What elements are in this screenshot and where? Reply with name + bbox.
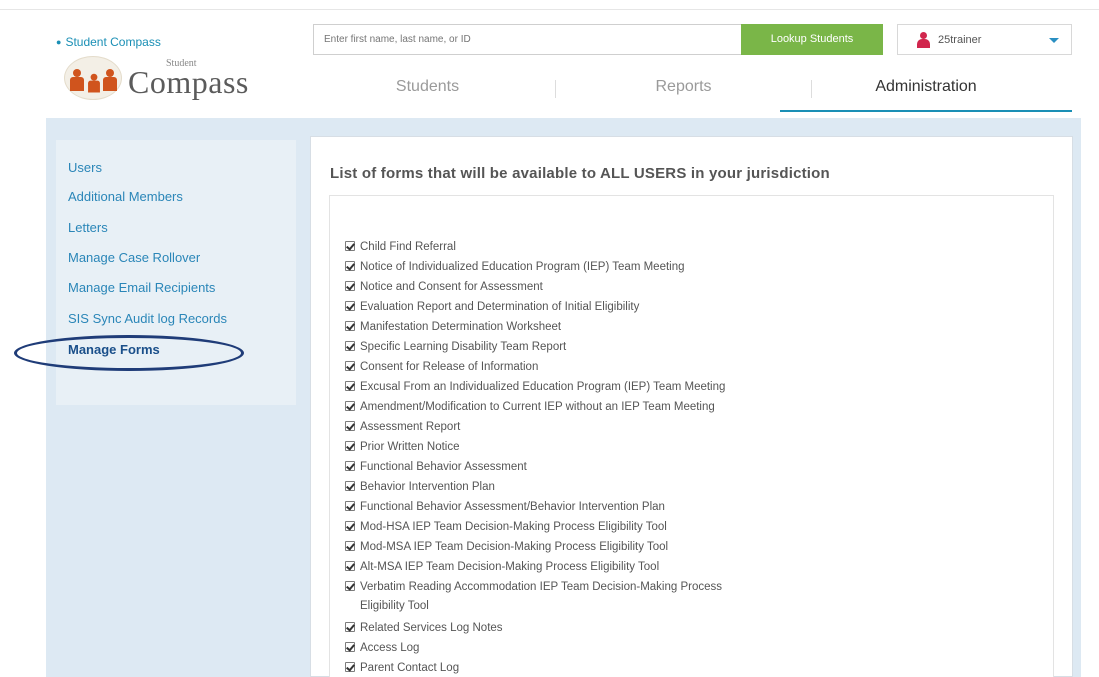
form-label: Evaluation Report and Determination of I…: [360, 301, 640, 313]
breadcrumb-label: Student Compass: [65, 35, 161, 49]
logo-title: Compass: [128, 64, 249, 100]
form-checkbox[interactable]: [345, 662, 355, 672]
breadcrumb-bullet-icon: ●: [56, 37, 62, 47]
form-checkbox[interactable]: [345, 261, 355, 271]
form-label: Verbatim Reading Accommodation IEP Team …: [360, 581, 722, 593]
form-checkbox[interactable]: [345, 341, 355, 351]
form-label: Notice and Consent for Assessment: [360, 281, 543, 293]
lookup-students-button[interactable]: Lookup Students: [741, 24, 883, 55]
form-label: Manifestation Determination Worksheet: [360, 321, 562, 333]
form-checkbox[interactable]: [345, 241, 355, 251]
form-checkbox[interactable]: [345, 281, 355, 291]
form-checkbox[interactable]: [345, 521, 355, 531]
user-icon: [917, 32, 930, 48]
form-label: Notice of Individualized Education Progr…: [360, 261, 685, 273]
sidebar-item-letters[interactable]: Letters: [68, 220, 108, 235]
form-label: Mod-HSA IEP Team Decision-Making Process…: [360, 521, 667, 533]
page-title: List of forms that will be available to …: [330, 165, 830, 182]
tab-reports[interactable]: Reports: [556, 66, 811, 112]
form-label: Child Find Referral: [360, 241, 456, 253]
form-label: Consent for Release of Information: [360, 361, 539, 373]
form-label: Behavior Intervention Plan: [360, 481, 495, 493]
student-search-input[interactable]: [313, 24, 743, 55]
form-checkbox[interactable]: [345, 321, 355, 331]
form-checkbox[interactable]: [345, 581, 355, 591]
form-checkbox[interactable]: [345, 622, 355, 632]
form-label: Prior Written Notice: [360, 441, 460, 453]
form-label: Mod-MSA IEP Team Decision-Making Process…: [360, 541, 669, 553]
form-checkbox[interactable]: [345, 381, 355, 391]
form-checkbox[interactable]: [345, 401, 355, 411]
chevron-down-icon[interactable]: [1049, 38, 1059, 43]
top-border: [0, 0, 1099, 10]
sidebar-item-users[interactable]: Users: [68, 160, 102, 175]
username-label: 25trainer: [938, 34, 982, 46]
form-label: Functional Behavior Assessment/Behavior …: [360, 501, 665, 513]
form-label: Assessment Report: [360, 421, 461, 433]
family-logo-icon: [64, 56, 122, 100]
form-label: Eligibility Tool: [360, 600, 429, 612]
form-label: Related Services Log Notes: [360, 622, 503, 634]
form-label: Functional Behavior Assessment: [360, 461, 527, 473]
form-checkbox[interactable]: [345, 301, 355, 311]
sidebar-item-manage-email-recipients[interactable]: Manage Email Recipients: [68, 280, 215, 295]
sidebar-item-manage-case-rollover[interactable]: Manage Case Rollover: [68, 250, 200, 265]
form-label: Excusal From an Individualized Education…: [360, 381, 726, 393]
form-label: Amendment/Modification to Current IEP wi…: [360, 401, 715, 413]
form-label: Alt-MSA IEP Team Decision-Making Process…: [360, 561, 660, 573]
form-checkbox[interactable]: [345, 461, 355, 471]
form-label: Parent Contact Log: [360, 662, 460, 674]
form-checkbox[interactable]: [345, 561, 355, 571]
main-nav-tabs: Students Reports Administration: [300, 66, 1072, 112]
sidebar-item-additional-members[interactable]: Additional Members: [68, 189, 183, 204]
tab-administration[interactable]: Administration: [780, 66, 1072, 112]
sidebar-item-sis-sync-audit-log[interactable]: SIS Sync Audit log Records: [68, 311, 227, 326]
form-label: Specific Learning Disability Team Report: [360, 341, 567, 353]
breadcrumb[interactable]: ● Student Compass: [56, 35, 161, 49]
tab-students[interactable]: Students: [300, 66, 555, 112]
form-label: Access Log: [360, 642, 420, 654]
form-checkbox[interactable]: [345, 441, 355, 451]
app-logo[interactable]: Student Compass: [64, 56, 264, 102]
form-checkbox[interactable]: [345, 642, 355, 652]
user-menu[interactable]: 25trainer: [897, 24, 1072, 55]
form-checkbox[interactable]: [345, 361, 355, 371]
form-checkbox[interactable]: [345, 501, 355, 511]
form-checkbox[interactable]: [345, 481, 355, 491]
form-checkbox[interactable]: [345, 541, 355, 551]
highlight-oval: [14, 335, 244, 371]
form-checkbox[interactable]: [345, 421, 355, 431]
forms-panel: List of forms that will be available to …: [310, 136, 1073, 677]
